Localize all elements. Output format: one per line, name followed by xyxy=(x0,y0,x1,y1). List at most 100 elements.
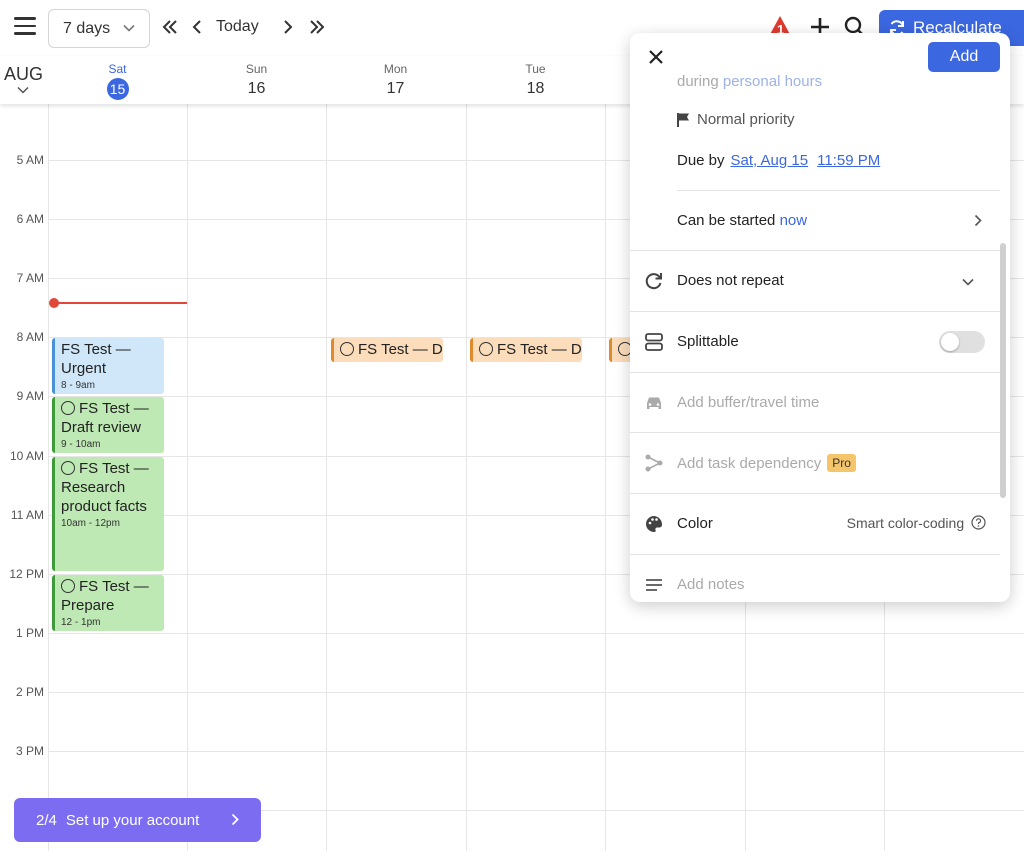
add-button[interactable]: Add xyxy=(928,42,1000,72)
event-time: 9 - 10am xyxy=(61,439,101,450)
popup-scrollbar[interactable] xyxy=(1000,243,1006,498)
chevron-left-icon[interactable] xyxy=(187,17,207,37)
toggle-knob xyxy=(941,333,959,351)
day-of-week: Sat xyxy=(108,62,127,76)
chevron-right-icon[interactable] xyxy=(278,17,298,37)
chevron-right-icon[interactable] xyxy=(974,214,982,227)
task-circle-icon[interactable] xyxy=(340,342,354,356)
grid-divider xyxy=(48,104,49,851)
splittable-label: Splittable xyxy=(677,333,739,350)
palette-icon xyxy=(646,516,663,532)
color-setting[interactable]: Color Smart color-coding xyxy=(630,494,1000,554)
task-popup: Add during personal hours Normal priorit… xyxy=(630,33,1010,602)
dependency-setting[interactable]: Add task dependency Pro xyxy=(630,433,1000,493)
day-number: 17 xyxy=(386,80,405,97)
hours-setting[interactable]: during personal hours xyxy=(677,73,822,90)
notes-setting[interactable]: Add notes xyxy=(630,555,1000,602)
due-label: Due by xyxy=(677,152,725,169)
grid-divider xyxy=(466,104,467,851)
event-title: FS Test — Prepare xyxy=(61,578,149,614)
hour-label: 5 AM xyxy=(16,153,44,167)
hour-label: 7 AM xyxy=(16,271,44,285)
repeat-setting[interactable]: Does not repeat xyxy=(630,251,1000,311)
event-recurring[interactable]: FS Test — D xyxy=(331,338,443,362)
grid-divider xyxy=(605,104,606,851)
buffer-setting[interactable]: Add buffer/travel time xyxy=(630,373,1000,433)
car-icon xyxy=(647,397,661,409)
event-research-product-facts[interactable]: FS Test — Research product facts 10am - … xyxy=(52,457,164,571)
start-time-setting[interactable]: Can be started now xyxy=(677,212,807,229)
share-nodes-icon xyxy=(645,454,663,472)
double-chevron-left-icon[interactable] xyxy=(160,17,180,37)
help-icon[interactable] xyxy=(971,515,986,530)
hour-label: 9 AM xyxy=(16,389,44,403)
event-title: FS Test — D xyxy=(479,340,582,359)
today-button[interactable]: Today xyxy=(216,18,259,36)
day-number: 18 xyxy=(526,80,545,97)
buffer-label: Add buffer/travel time xyxy=(677,394,820,411)
grid-divider xyxy=(326,104,327,851)
day-header-sun[interactable]: Sun 16 xyxy=(187,62,326,98)
event-prepare[interactable]: FS Test — Prepare 12 - 1pm xyxy=(52,575,164,631)
grid-divider xyxy=(48,633,1024,634)
hour-label: 6 AM xyxy=(16,212,44,226)
grid-divider xyxy=(187,104,188,851)
hour-label: 12 PM xyxy=(9,567,44,581)
task-circle-icon[interactable] xyxy=(61,401,75,415)
priority-setting[interactable]: Normal priority xyxy=(677,111,795,128)
event-title: FS Test — Urgent xyxy=(61,341,131,377)
double-chevron-right-icon[interactable] xyxy=(307,17,327,37)
event-title: FS Test — D xyxy=(340,340,443,359)
hour-label: 3 PM xyxy=(15,744,44,758)
grid-divider xyxy=(48,692,1024,693)
splittable-setting[interactable]: Splittable xyxy=(630,312,1000,372)
task-circle-icon[interactable] xyxy=(61,461,75,475)
task-circle-icon[interactable] xyxy=(479,342,493,356)
day-header-mon[interactable]: Mon 17 xyxy=(326,62,465,98)
due-date-link[interactable]: Sat, Aug 15 xyxy=(731,152,809,169)
setup-account-button[interactable]: 2/4 Set up your account xyxy=(14,798,261,842)
pro-badge: Pro xyxy=(827,454,856,472)
setup-progress: 2/4 xyxy=(36,811,57,829)
priority-label: Normal priority xyxy=(697,111,795,128)
chevron-down-icon xyxy=(962,278,974,286)
event-title: FS Test — Draft review xyxy=(61,400,149,436)
due-date-setting: Due by Sat, Aug 15 11:59 PM xyxy=(677,152,880,169)
day-of-week: Mon xyxy=(383,62,408,76)
event-draft-review[interactable]: FS Test — Draft review 9 - 10am xyxy=(52,397,164,453)
current-time-dot xyxy=(49,298,59,308)
dependency-label: Add task dependency Pro xyxy=(677,454,856,472)
splittable-toggle[interactable] xyxy=(939,331,985,353)
event-urgent[interactable]: FS Test — Urgent 8 - 9am xyxy=(52,338,164,394)
day-of-week: Tue xyxy=(525,62,546,76)
setup-label: Set up your account xyxy=(65,811,200,829)
event-recurring[interactable]: FS Test — D xyxy=(470,338,582,362)
event-title: FS Test — Research product facts xyxy=(61,460,149,515)
task-circle-icon[interactable] xyxy=(61,579,75,593)
chevron-down-icon[interactable] xyxy=(17,86,29,94)
current-time-line xyxy=(54,302,187,304)
menu-icon[interactable] xyxy=(14,17,36,35)
day-header-sat[interactable]: Sat 15 xyxy=(48,62,187,100)
repeat-label: Does not repeat xyxy=(677,272,784,289)
hour-label: 8 AM xyxy=(16,330,44,344)
flag-icon xyxy=(677,112,689,127)
repeat-icon xyxy=(645,273,662,290)
color-label: Color xyxy=(677,515,713,532)
day-of-week: Sun xyxy=(245,62,268,76)
due-time-link[interactable]: 11:59 PM xyxy=(817,152,880,169)
chevron-down-icon xyxy=(123,24,135,32)
hour-label: 10 AM xyxy=(9,449,44,463)
close-icon[interactable] xyxy=(647,48,665,66)
month-label[interactable]: AUG xyxy=(4,64,43,85)
event-time: 12 - 1pm xyxy=(61,617,101,628)
day-header-tue[interactable]: Tue 18 xyxy=(466,62,605,98)
day-number: 15 xyxy=(106,78,129,100)
event-title xyxy=(618,340,632,359)
notes-label: Add notes xyxy=(677,576,745,593)
notes-icon xyxy=(646,579,662,591)
event-time: 8 - 9am xyxy=(61,380,95,391)
color-value: Smart color-coding xyxy=(847,515,986,531)
event-time: 10am - 12pm xyxy=(61,518,120,529)
range-select[interactable]: 7 days xyxy=(48,9,150,48)
